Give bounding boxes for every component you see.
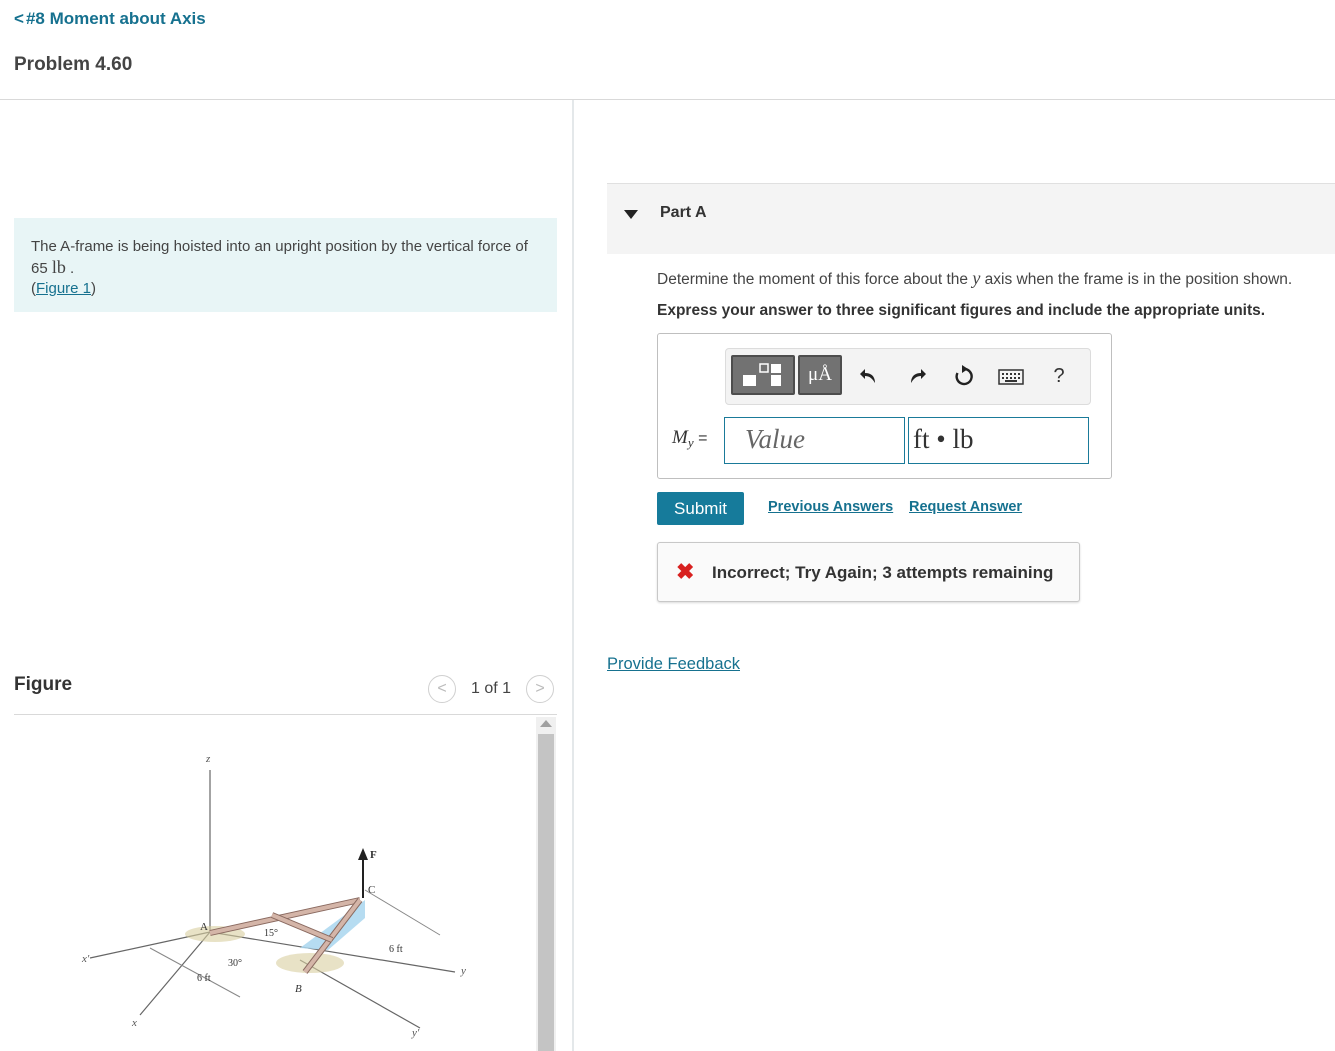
reset-icon[interactable] xyxy=(949,361,979,391)
scroll-up-arrow-icon[interactable] xyxy=(540,720,552,727)
submit-button[interactable]: Submit xyxy=(657,492,744,525)
chevron-right-icon: > xyxy=(535,680,545,697)
previous-answers-link[interactable]: Previous Answers xyxy=(768,499,893,515)
x-label: x xyxy=(131,1017,137,1029)
incorrect-feedback: ✖ Incorrect; Try Again; 3 attempts remai… xyxy=(657,542,1080,602)
units-icon[interactable]: μÅ xyxy=(798,355,842,395)
angle-15-label: 15° xyxy=(264,928,278,939)
prev-figure-button[interactable]: < xyxy=(428,675,456,703)
column-divider xyxy=(572,100,574,1051)
templates-icon[interactable] xyxy=(731,355,795,395)
force-unit: lb xyxy=(51,257,66,277)
math-toolbar: μÅ ? xyxy=(725,348,1091,405)
help-icon[interactable]: ? xyxy=(1044,361,1074,391)
undo-icon[interactable] xyxy=(854,361,884,391)
problem-text: The A-frame is being hoisted into an upr… xyxy=(31,238,528,277)
distance-right-label: 6 ft xyxy=(389,944,403,955)
redo-icon[interactable] xyxy=(902,361,932,391)
c-label: C xyxy=(368,884,375,896)
frame-crossbar-highlight xyxy=(271,913,333,942)
back-link[interactable]: < #8 Moment about Axis xyxy=(14,9,206,29)
variable-subscript: y xyxy=(687,435,694,451)
question-after: axis when the frame is in the position s… xyxy=(984,271,1293,288)
y-prime-label: y′ xyxy=(411,1027,420,1039)
problem-statement: The A-frame is being hoisted into an upr… xyxy=(14,218,557,312)
figure-label: Figure xyxy=(14,674,73,695)
keyboard-icon[interactable] xyxy=(996,363,1026,391)
provide-feedback-link[interactable]: Provide Feedback xyxy=(607,655,740,674)
chevron-left-icon: < xyxy=(437,680,447,697)
next-figure-button[interactable]: > xyxy=(526,675,554,703)
back-link-label: #8 Moment about Axis xyxy=(25,9,206,28)
value-input[interactable]: Value xyxy=(724,417,905,464)
feedback-message: Incorrect; Try Again; 3 attempts remaini… xyxy=(712,563,1054,582)
units-input[interactable]: ft • lb xyxy=(908,417,1089,464)
figure-link-close: ) xyxy=(91,280,97,297)
problem-title: Problem 4.60 xyxy=(14,54,133,75)
chevron-left-icon: < xyxy=(14,9,24,28)
help-label: ? xyxy=(1053,364,1065,387)
part-a-header[interactable]: Part A xyxy=(607,183,1335,254)
figure-link[interactable]: Figure 1 xyxy=(36,280,91,297)
question-variable: y xyxy=(972,268,981,288)
dimension-line xyxy=(364,889,441,936)
figure-divider xyxy=(14,714,557,715)
incorrect-x-icon: ✖ xyxy=(676,559,695,584)
answer-variable-label: My = xyxy=(672,427,707,451)
z-label: z xyxy=(205,753,211,765)
units-button-label: μÅ xyxy=(808,364,832,385)
variable-m: M xyxy=(672,427,688,448)
scroll-thumb[interactable] xyxy=(538,734,554,1051)
angle-30-label: 30° xyxy=(228,958,242,969)
f-label: F xyxy=(370,849,377,861)
y-label: y xyxy=(460,965,466,977)
x-prime-label: x′ xyxy=(81,953,90,965)
dimension-line-left xyxy=(149,947,241,998)
request-answer-link[interactable]: Request Answer xyxy=(909,499,1022,515)
force-arrowhead xyxy=(358,848,368,860)
figure-scrollbar[interactable] xyxy=(536,717,556,1051)
header-divider xyxy=(0,99,1335,100)
b-label: B xyxy=(295,983,302,995)
question-text: Determine the moment of this force about… xyxy=(657,268,1292,289)
problem-text-end: . xyxy=(70,260,75,277)
equals-sign: = xyxy=(698,430,708,447)
distance-left-label: 6 ft xyxy=(197,973,211,984)
figure-pager-text: 1 of 1 xyxy=(471,680,512,697)
instructions: Express your answer to three significant… xyxy=(657,302,1266,319)
part-title: Part A xyxy=(660,204,707,221)
a-label: A xyxy=(200,921,208,933)
collapse-triangle-icon[interactable] xyxy=(624,210,638,219)
question-before: Determine the moment of this force about… xyxy=(657,271,969,288)
a-frame-figure: z F C A B x′ x y y′ 15° 30° 6 ft 6 ft xyxy=(81,753,466,1039)
